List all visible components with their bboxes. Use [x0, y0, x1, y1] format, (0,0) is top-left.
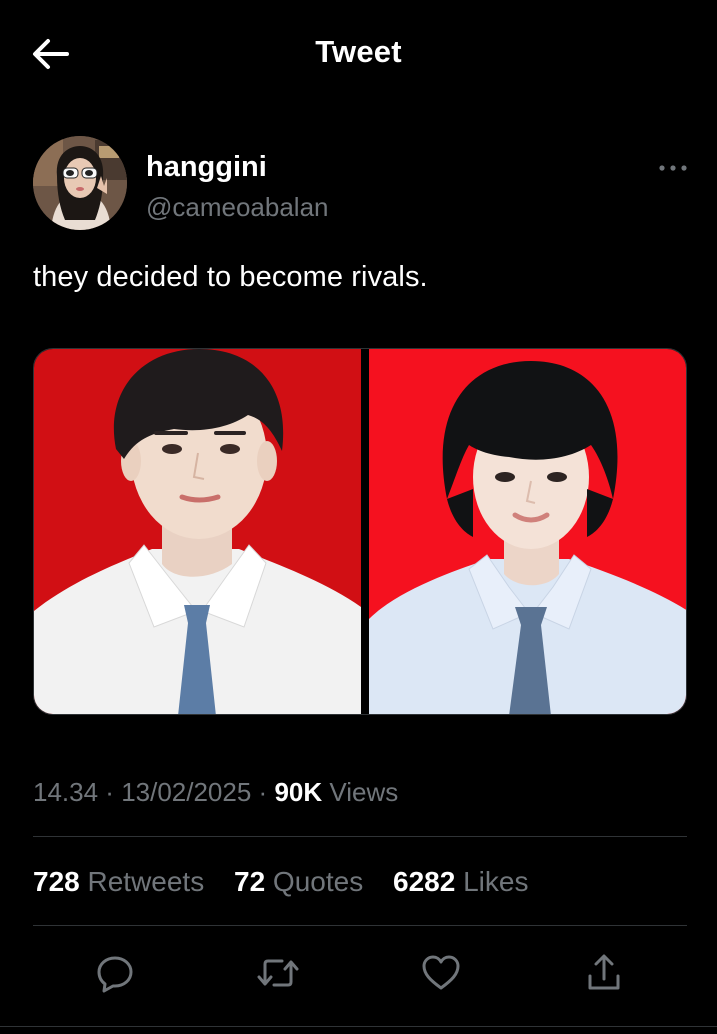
author-name[interactable]: hanggini [146, 151, 267, 184]
tweet-date: 13/02/2025 [121, 777, 252, 807]
like-button[interactable] [418, 950, 464, 996]
meta-separator: · [251, 777, 275, 807]
quotes-label: Quotes [265, 866, 364, 897]
tweet-meta: 14.34 · 13/02/2025 · 90K Views [33, 777, 398, 808]
photo-right[interactable] [369, 349, 687, 715]
quotes-stat[interactable]: 72 Quotes [234, 866, 363, 897]
retweet-button[interactable] [255, 950, 301, 996]
retweet-icon [257, 959, 299, 987]
avatar-image [33, 136, 127, 230]
divider [33, 836, 687, 837]
reply-icon [97, 956, 133, 993]
views-label: Views [322, 777, 399, 807]
quotes-count: 72 [234, 866, 266, 897]
likes-count: 6282 [393, 866, 456, 897]
reply-button[interactable] [92, 950, 138, 996]
tweet-media[interactable] [33, 348, 687, 715]
more-horizontal-icon [659, 165, 687, 171]
tweet-time: 14.34 [33, 777, 99, 807]
author-handle[interactable]: @cameoabalan [146, 192, 329, 223]
action-bar [0, 950, 717, 1000]
more-options-button[interactable] [655, 158, 691, 178]
retweets-count: 728 [33, 866, 80, 897]
retweets-label: Retweets [79, 866, 205, 897]
page-title: Tweet [315, 34, 402, 69]
avatar[interactable] [33, 136, 127, 230]
tweet-stats: 728 Retweets 72 Quotes 6282 Likes [33, 866, 550, 898]
likes-stat[interactable]: 6282 Likes [393, 866, 528, 897]
meta-separator: · [98, 777, 122, 807]
retweets-stat[interactable]: 728 Retweets [33, 866, 204, 897]
tweet-author: hanggini @cameoabalan [33, 136, 693, 232]
tweet-text: they decided to become rivals. [33, 261, 428, 293]
top-bar: Tweet [0, 0, 717, 108]
likes-label: Likes [455, 866, 529, 897]
divider [33, 925, 687, 926]
heart-icon [422, 955, 460, 990]
photo-left[interactable] [34, 349, 361, 715]
divider [0, 1026, 717, 1027]
share-icon [588, 954, 620, 990]
views-count[interactable]: 90K [274, 777, 322, 807]
share-button[interactable] [581, 950, 627, 996]
